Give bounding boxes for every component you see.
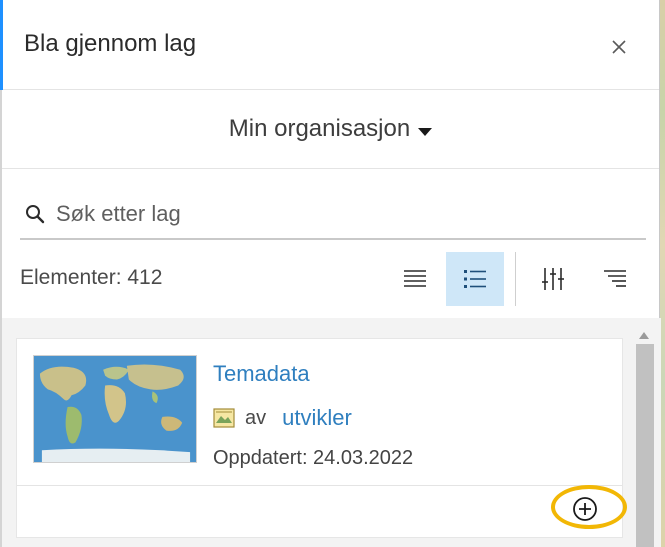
panel-title: Bla gjennom lag [24,30,197,57]
source-dropdown[interactable]: Min organisasjon [2,115,659,143]
updated-date: Oppdatert: 24.03.2022 [213,447,414,469]
owner-row: av utvikler [213,405,352,431]
results-toolbar: Elementer: 412 [2,248,659,308]
scrollbar-thumb[interactable] [636,344,654,547]
close-button[interactable] [602,30,636,64]
search-box [20,190,646,240]
owner-link[interactable]: utvikler [282,405,352,431]
source-dropdown-label: Min organisasjon [228,115,411,142]
layer-thumbnail[interactable] [33,355,197,463]
map-layer-icon [213,408,235,428]
world-map-thumbnail [34,356,196,462]
item-count: Elementer: 412 [20,266,163,289]
sliders-icon [542,268,564,290]
compact-list-view-button[interactable] [386,252,444,306]
add-layer-button[interactable] [567,491,603,527]
search-input[interactable] [56,201,616,227]
panel-header: Bla gjennom lag [0,0,659,90]
browse-layers-panel: Bla gjennom lag Min organisasjon Element… [0,0,661,547]
header-accent-bar [0,0,3,90]
list-item[interactable]: Temadata av utvikler Oppdatert: 24.03.20… [16,338,627,538]
close-icon [612,40,626,54]
sort-button[interactable] [586,252,644,306]
caret-down-icon [418,128,433,136]
item-title[interactable]: Temadata [213,361,310,387]
list-icon [404,270,426,287]
search-icon [26,205,45,224]
card-divider [17,485,622,486]
scroll-up-arrow-icon[interactable] [639,332,649,339]
filter-button[interactable] [524,252,582,306]
detailed-list-icon [464,270,486,288]
sort-icon [604,270,626,287]
toolbar-separator [515,252,516,306]
scrollbar[interactable] [634,330,656,547]
results-list: Temadata av utvikler Oppdatert: 24.03.20… [2,318,661,547]
detailed-list-view-button[interactable] [446,252,504,306]
source-selector-row: Min organisasjon [2,91,659,169]
by-label: av [245,406,267,429]
add-circle-icon [573,497,597,521]
